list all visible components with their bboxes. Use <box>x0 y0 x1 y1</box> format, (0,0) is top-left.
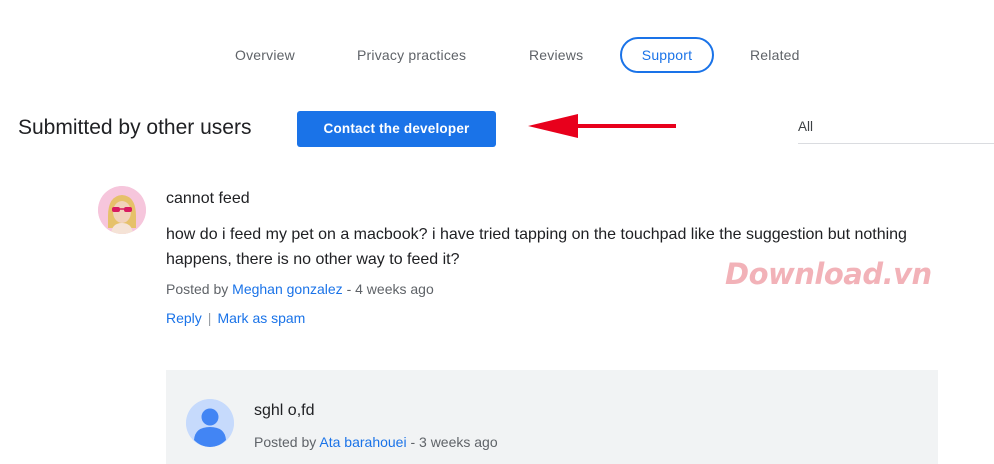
filter-select[interactable]: All <box>798 113 994 144</box>
action-separator: | <box>207 310 212 326</box>
reply-title: sghl o,fd <box>254 402 315 419</box>
review-time: - 4 weeks ago <box>346 281 434 297</box>
reply-posted-by-label: Posted by <box>254 434 317 450</box>
watermark: Download.vn <box>725 257 932 291</box>
tab-bar: Overview Privacy practices Reviews Suppo… <box>0 37 994 73</box>
tab-reviews[interactable]: Reviews <box>529 37 583 73</box>
tab-privacy-practices[interactable]: Privacy practices <box>357 37 466 73</box>
reply-author-link[interactable]: Ata barahouei <box>319 434 406 450</box>
review-author-link[interactable]: Meghan gonzalez <box>232 281 343 297</box>
reply-link[interactable]: Reply <box>166 310 202 326</box>
user-avatar <box>98 186 146 234</box>
tab-related[interactable]: Related <box>750 37 800 73</box>
reply-avatar <box>186 399 234 447</box>
review-title: cannot feed <box>166 190 250 207</box>
tab-overview[interactable]: Overview <box>235 37 295 73</box>
review-meta: Posted by Meghan gonzalez - 4 weeks ago <box>166 281 434 297</box>
red-arrow-annotation-icon <box>528 114 676 138</box>
contact-developer-button[interactable]: Contact the developer <box>297 111 496 147</box>
default-user-icon <box>186 399 234 447</box>
mark-as-spam-link[interactable]: Mark as spam <box>217 310 305 326</box>
reply-time: - 3 weeks ago <box>410 434 498 450</box>
avatar-portrait-icon <box>98 186 146 234</box>
review-actions: Reply | Mark as spam <box>166 310 305 326</box>
section-title: Submitted by other users <box>18 116 252 139</box>
reply-box: sghl o,fd Posted by Ata barahouei - 3 we… <box>166 370 938 464</box>
filter-value: All <box>798 119 814 134</box>
reply-meta: Posted by Ata barahouei - 3 weeks ago <box>254 434 498 450</box>
tab-support[interactable]: Support <box>620 37 714 73</box>
posted-by-label: Posted by <box>166 281 229 297</box>
